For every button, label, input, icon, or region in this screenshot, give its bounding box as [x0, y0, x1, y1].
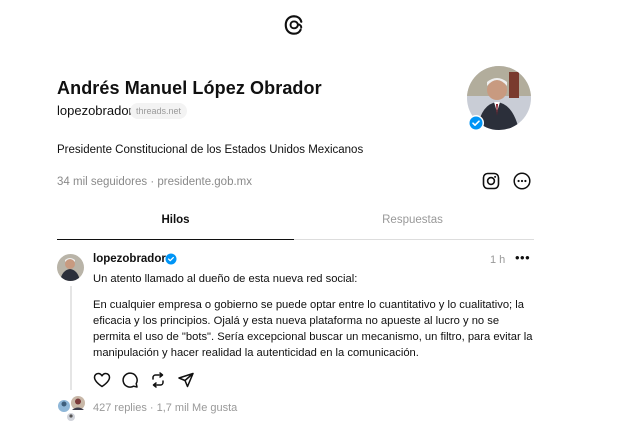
reply-avatars	[58, 396, 85, 421]
comment-icon[interactable]	[121, 371, 139, 389]
tab-respuestas[interactable]: Respuestas	[294, 214, 531, 226]
post-avatar-photo	[57, 254, 84, 281]
followers-count[interactable]: 34 mil seguidores	[57, 176, 147, 188]
share-icon[interactable]	[177, 371, 195, 389]
followers-row: 34 mil seguidores · presidente.gob.mx	[57, 176, 252, 188]
post-time: 1 h	[490, 254, 506, 266]
profile-link[interactable]: presidente.gob.mx	[157, 176, 252, 188]
repost-icon[interactable]	[149, 371, 167, 389]
tab-underline-active	[57, 239, 294, 240]
thread-line	[70, 286, 72, 390]
profile-bio: Presidente Constitucional de los Estados…	[57, 144, 364, 156]
separator-dot: ·	[150, 176, 155, 188]
post-actions	[93, 371, 195, 389]
threads-logo-icon[interactable]	[283, 14, 305, 36]
tab-hilos[interactable]: Hilos	[57, 214, 294, 226]
verified-badge-icon	[468, 115, 484, 131]
post-stats[interactable]: 427 replies · 1,7 mil Me gusta	[93, 402, 237, 414]
post-paragraph-1: Un atento llamado al dueño de esta nueva…	[93, 273, 358, 285]
post-paragraph-2: En cualquier empresa o gobierno se puede…	[93, 299, 533, 359]
profile-handle: lopezobrador	[57, 103, 133, 118]
tab-underline	[294, 239, 534, 240]
post-username[interactable]: lopezobrador	[93, 253, 166, 265]
post-more-button[interactable]: •••	[515, 250, 530, 265]
verified-badge-icon	[165, 253, 177, 265]
post-avatar[interactable]	[57, 254, 84, 281]
domain-chip[interactable]: threads.net	[130, 103, 188, 119]
heart-icon[interactable]	[93, 371, 111, 389]
more-options-icon[interactable]	[513, 172, 531, 190]
profile-name: Andrés Manuel López Obrador	[57, 78, 322, 98]
instagram-icon[interactable]	[482, 172, 500, 190]
